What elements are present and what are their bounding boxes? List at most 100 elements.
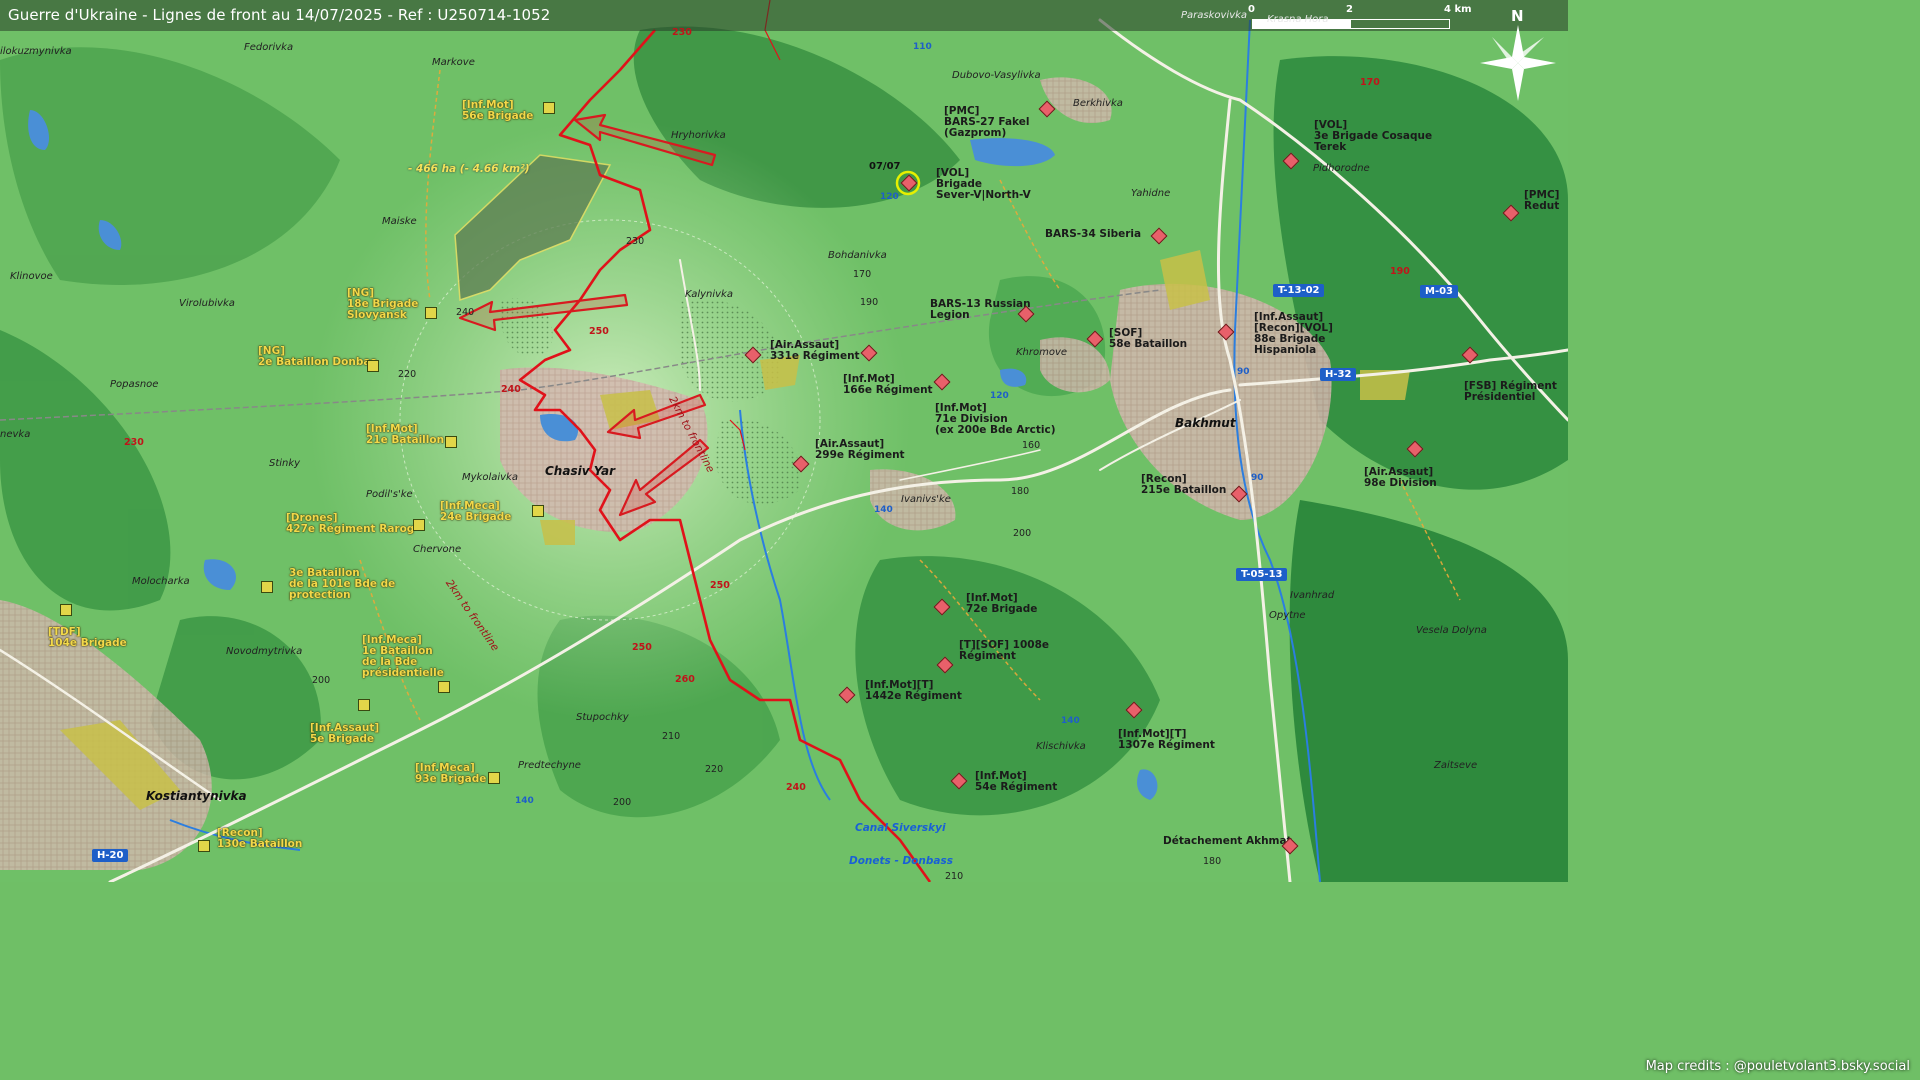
elevation: 250	[710, 580, 730, 591]
ukrainian-unit-marker-icon[interactable]	[445, 436, 457, 448]
town-label: Popasnoe	[110, 379, 159, 390]
ukrainian-unit-marker-icon[interactable]	[358, 699, 370, 711]
elevation: 230	[626, 236, 645, 247]
road-number: 90	[1251, 473, 1264, 483]
ukrainian-unit-marker-icon[interactable]	[532, 505, 544, 517]
russian-unit-label: [PMC] Redut	[1524, 189, 1560, 212]
town-label: Fedorivka	[244, 42, 294, 53]
area-loss-label: - 466 ha (- 4.66 km²)	[408, 163, 530, 175]
town-label: Khromove	[1016, 347, 1068, 358]
russian-unit-label: [VOL] Brigade Sever-V|North-V	[936, 167, 1031, 201]
map-title: Guerre d'Ukraine - Lignes de front au 14…	[8, 6, 551, 24]
ukrainian-unit-label: [Inf.Mot] 56e Brigade	[462, 99, 534, 122]
elevation: 230	[124, 437, 144, 448]
ukrainian-unit-marker-icon[interactable]	[261, 581, 273, 593]
ukrainian-unit-marker-icon[interactable]	[425, 307, 437, 319]
russian-unit-label: [Air.Assaut] 299e Régiment	[815, 438, 905, 461]
russian-unit-label: [Inf.Mot] 166e Régiment	[843, 373, 933, 396]
elevation: 260	[675, 674, 695, 685]
russian-unit-label: [Inf.Mot] 71e Division (ex 200e Bde Arct…	[935, 402, 1056, 436]
ukrainian-unit-marker-icon[interactable]	[543, 102, 555, 114]
town-label: Vesela Dolyna	[1416, 625, 1487, 636]
elevation: 220	[705, 764, 724, 775]
town-label: Berkhivka	[1073, 98, 1123, 109]
ukrainian-unit-label: [NG] 18e Brigade Slovyansk	[347, 287, 419, 321]
town-label: Ivanhrad	[1290, 590, 1335, 601]
town-label: Maiske	[382, 216, 417, 227]
russian-unit-label: [SOF] 58e Bataillon	[1109, 327, 1188, 350]
road-badge-t0513: T-05-13	[1236, 568, 1288, 581]
road-badge-h20: H-20	[92, 849, 129, 862]
elevation: 180	[1011, 486, 1030, 497]
town-label: Zaitseve	[1434, 760, 1478, 771]
town-label: Hryhorivka	[671, 130, 726, 141]
ukrainian-unit-marker-icon[interactable]	[438, 681, 450, 693]
town-label: Virolubivka	[179, 298, 235, 309]
elevation: 180	[1203, 856, 1222, 867]
ukrainian-unit-marker-icon[interactable]	[488, 772, 500, 784]
elevation: 190	[1390, 266, 1410, 277]
town-label: Ivanivs'ke	[901, 494, 951, 505]
city-label: Bakhmut	[1175, 416, 1236, 430]
town-label: Opytne	[1269, 610, 1306, 621]
ukrainian-unit-label: 3e Bataillon de la 101e Bde de protectio…	[289, 567, 396, 601]
russian-unit-label: [FSB] Régiment Présidentiel	[1464, 380, 1557, 403]
ukrainian-unit-marker-icon[interactable]	[60, 604, 72, 616]
town-label: Predtechyne	[518, 760, 581, 771]
town-label: nevka	[0, 429, 31, 440]
russian-unit-label: [Air.Assaut] 98e Division	[1364, 466, 1437, 489]
town-label: Klischivka	[1036, 741, 1086, 752]
russian-unit-label: [Inf.Mot] 54e Régiment	[975, 770, 1058, 793]
town-label: Mykolaivka	[462, 472, 518, 483]
town-label: ilokuzmynivka	[0, 46, 72, 57]
road-number: 140	[874, 505, 893, 515]
elevation: 250	[589, 326, 609, 337]
town-label: Stinky	[269, 458, 301, 469]
north-label: N	[1511, 7, 1524, 25]
town-label: Stupochky	[576, 712, 629, 723]
elevation: 240	[786, 782, 806, 793]
town-label: Krasna Hora	[1267, 14, 1329, 25]
city-label: Chasiv Yar	[545, 464, 615, 478]
ukrainian-unit-label: [Inf.Meca] 93e Brigade	[415, 762, 487, 785]
elevation: 200	[312, 675, 331, 686]
compass-rose-icon	[1480, 25, 1556, 101]
ukrainian-unit-label: [TDF] 104e Brigade	[48, 626, 127, 649]
elevation: 200	[1013, 528, 1032, 539]
town-label: Molocharka	[132, 576, 190, 587]
canal-label-line2: Donets - Donbass	[849, 855, 953, 867]
ukrainian-unit-label: [Recon] 130e Bataillon	[217, 827, 303, 850]
road-badge-m03: M-03	[1420, 285, 1459, 298]
elevation: 240	[456, 307, 475, 318]
ukrainian-unit-marker-icon[interactable]	[413, 519, 425, 531]
town-label: Yahidne	[1131, 188, 1171, 199]
elevation: 170	[1360, 77, 1380, 88]
town-label: Chervone	[413, 544, 462, 555]
map-credits: Map credits : @pouletvolant3.bsky.social	[1645, 1059, 1910, 1074]
town-label: Pidhorodne	[1313, 163, 1370, 174]
town-label: Paraskovivka	[1181, 10, 1248, 21]
canal-label: Canal Siverskyi Donets - Donbass	[849, 801, 953, 878]
road-number: 140	[1061, 716, 1080, 726]
road-number: 120	[990, 391, 1009, 401]
russian-unit-label: Détachement Akhmat	[1163, 835, 1292, 847]
town-label: Novodmytrivka	[226, 646, 303, 657]
russian-unit-label: [Inf.Mot] 72e Brigade	[966, 592, 1038, 615]
russian-unit-label: [PMC] BARS-27 Fakel (Gazprom)	[944, 105, 1030, 139]
elevation: 160	[1022, 440, 1041, 451]
scale-end: 4 km	[1444, 4, 1472, 15]
town-label: Markove	[432, 57, 475, 68]
scale-mid: 2	[1346, 4, 1353, 15]
city-label: Kostiantynivka	[146, 789, 247, 803]
road-number: 140	[515, 796, 534, 806]
town-label: Kalynivka	[685, 289, 733, 300]
road-badge-t1302: T-13-02	[1273, 284, 1325, 297]
elevation: 250	[632, 642, 652, 653]
elevation: 220	[398, 369, 417, 380]
ukrainian-unit-marker-icon[interactable]	[367, 360, 379, 372]
canal-label-line1: Canal Siverskyi	[855, 822, 946, 834]
ukrainian-unit-label: [Drones] 427e Régiment Rarog	[286, 512, 415, 535]
russian-unit-label: [Air.Assaut] 331e Régiment	[770, 339, 860, 362]
ukrainian-unit-label: [Inf.Assaut] 5e Brigade	[310, 722, 380, 745]
ukrainian-unit-marker-icon[interactable]	[198, 840, 210, 852]
